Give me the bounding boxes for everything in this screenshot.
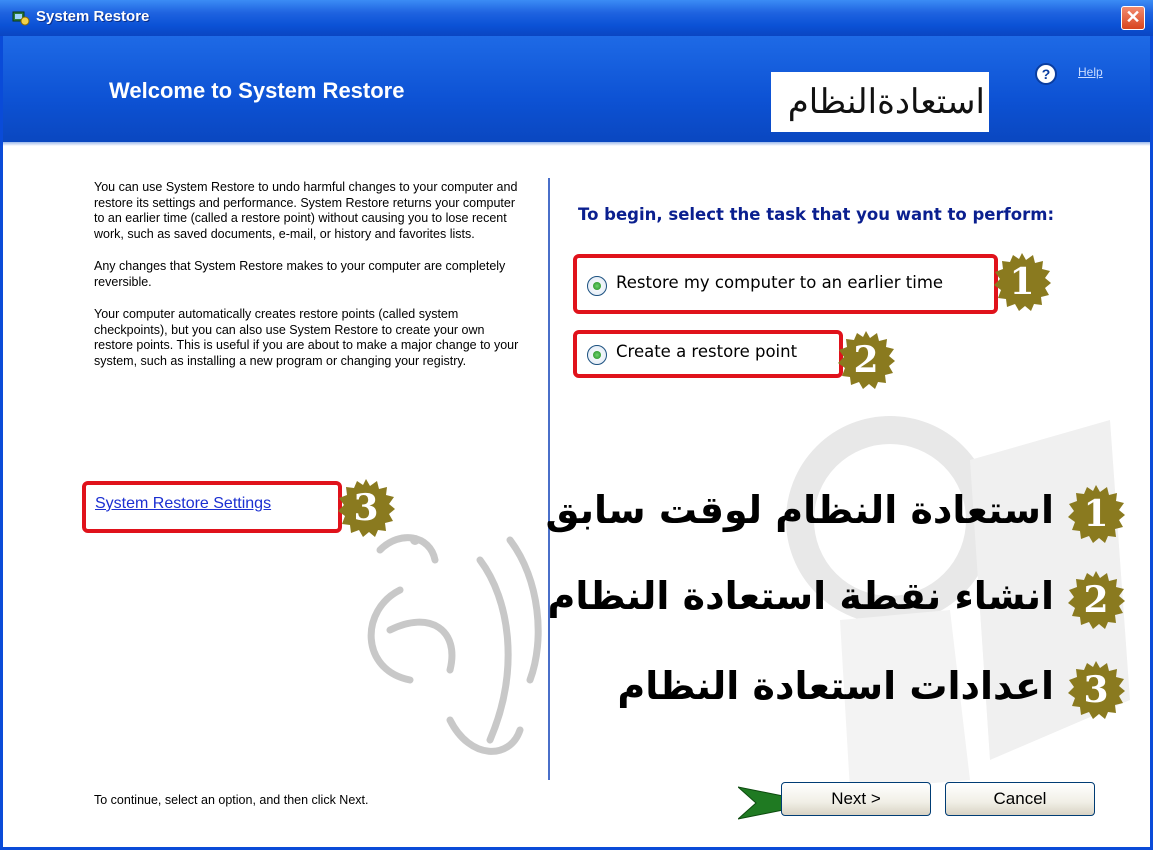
badge-number: 3: [353, 487, 379, 529]
restore-radio-button[interactable]: [587, 276, 607, 296]
legend-badge: 2: [1066, 570, 1126, 630]
legend-item: انشاء نقطة استعادة النظام 2: [486, 570, 1126, 630]
badge-number: 3: [1083, 669, 1109, 711]
legend-text: استعادة النظام لوقت سابق: [545, 488, 1054, 532]
header-divider: [3, 142, 1150, 146]
legend-text: انشاء نقطة استعادة النظام: [547, 574, 1054, 618]
annotation-badge-1: 1: [992, 252, 1052, 312]
description-paragraph: Your computer automatically creates rest…: [94, 307, 519, 368]
task-prompt: To begin, select the task that you want …: [578, 205, 1055, 224]
legend-item: استعادة النظام لوقت سابق 1: [486, 484, 1126, 544]
annotation-badge-2: 2: [836, 330, 896, 390]
arabic-calligraphy-watermark: [367, 534, 542, 755]
page-title: Welcome to System Restore: [109, 78, 405, 103]
system-restore-settings-link[interactable]: System Restore Settings: [95, 495, 271, 513]
create-restore-point-radio-button[interactable]: [587, 345, 607, 365]
system-restore-icon: [12, 11, 30, 26]
legend-badge: 1: [1066, 484, 1126, 544]
annotation-badge-3: 3: [336, 478, 396, 538]
window-title: System Restore: [36, 8, 150, 25]
next-button[interactable]: Next >: [781, 782, 931, 816]
header-band: Welcome to System Restore استعادةالنظام …: [3, 36, 1150, 142]
legend-text: اعدادات استعادة النظام: [617, 664, 1054, 708]
footer-instruction: To continue, select an option, and then …: [94, 793, 369, 807]
legend-item: اعدادات استعادة النظام 3: [486, 660, 1126, 720]
help-link[interactable]: Help: [1078, 65, 1103, 79]
cancel-button[interactable]: Cancel: [945, 782, 1095, 816]
badge-number: 1: [1083, 493, 1109, 535]
arabic-logo-text: استعادةالنظام: [771, 72, 989, 132]
description-paragraph: Any changes that System Restore makes to…: [94, 259, 506, 289]
create-restore-point-option-label[interactable]: Create a restore point: [616, 342, 797, 361]
badge-number: 2: [853, 339, 879, 381]
badge-number: 1: [1009, 261, 1035, 303]
description-text: You can use System Restore to undo harmf…: [94, 180, 524, 386]
title-bar[interactable]: System Restore ✕: [0, 0, 1153, 36]
badge-number: 2: [1083, 579, 1109, 621]
help-icon[interactable]: ?: [1035, 63, 1057, 85]
description-paragraph: You can use System Restore to undo harmf…: [94, 180, 518, 241]
close-button[interactable]: ✕: [1121, 6, 1145, 30]
legend-badge: 3: [1066, 660, 1126, 720]
restore-option-label[interactable]: Restore my computer to an earlier time: [616, 273, 943, 292]
